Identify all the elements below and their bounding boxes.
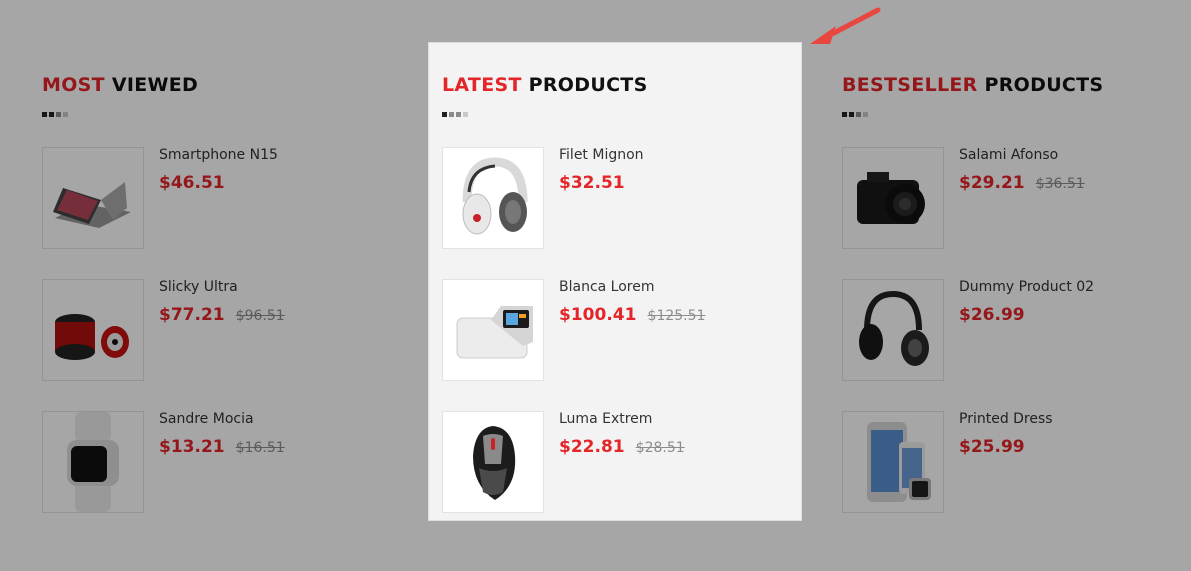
product-image[interactable] [42, 279, 144, 381]
product-prices: $77.21 $96.51 [159, 305, 285, 325]
product-prices: $22.81 $28.51 [559, 437, 685, 457]
product-image[interactable] [842, 279, 944, 381]
product-image[interactable] [842, 147, 944, 249]
product-old-price: $28.51 [635, 440, 685, 456]
product-prices: $25.99 [959, 437, 1025, 457]
product-prices: $32.51 [559, 173, 625, 193]
product-name[interactable]: Printed Dress [959, 411, 1053, 427]
product-old-price: $16.51 [235, 440, 285, 456]
carousel-dot[interactable] [842, 112, 847, 117]
product-name[interactable]: Sandre Mocia [159, 411, 254, 427]
section-title: MOST VIEWED [42, 74, 199, 96]
carousel-dot[interactable] [863, 112, 868, 117]
product-price: $13.21 [159, 437, 225, 457]
product-price: $25.99 [959, 437, 1025, 457]
product-price: $32.51 [559, 173, 625, 193]
product-name[interactable]: Blanca Lorem [559, 279, 655, 295]
product-item[interactable]: Slicky Ultra $77.21 $96.51 [42, 279, 402, 381]
product-prices: $13.21 $16.51 [159, 437, 285, 457]
product-item[interactable]: Dummy Product 02 $26.99 [842, 279, 1191, 381]
latest-products-section: LATEST PRODUCTS Filet Mignon $32.51 Blan… [442, 0, 822, 571]
carousel-dot[interactable] [442, 112, 447, 117]
section-title: BESTSELLER PRODUCTS [842, 74, 1104, 96]
product-image[interactable] [442, 147, 544, 249]
carousel-dots[interactable] [442, 112, 468, 117]
product-image[interactable] [42, 411, 144, 513]
carousel-dot[interactable] [456, 112, 461, 117]
carousel-dot[interactable] [63, 112, 68, 117]
product-price: $22.81 [559, 437, 625, 457]
carousel-dot[interactable] [849, 112, 854, 117]
product-item[interactable]: Filet Mignon $32.51 [442, 147, 802, 249]
product-price: $100.41 [559, 305, 637, 325]
product-prices: $26.99 [959, 305, 1025, 325]
most-viewed-section: MOST VIEWED Smartphone N15 $46.51 Slicky… [42, 0, 422, 571]
product-prices: $29.21 $36.51 [959, 173, 1085, 193]
carousel-dot[interactable] [856, 112, 861, 117]
product-name[interactable]: Salami Afonso [959, 147, 1058, 163]
product-price: $26.99 [959, 305, 1025, 325]
product-image[interactable] [442, 411, 544, 513]
arrow-icon [810, 7, 881, 44]
product-image[interactable] [842, 411, 944, 513]
product-item[interactable]: Blanca Lorem $100.41 $125.51 [442, 279, 802, 381]
carousel-dot[interactable] [49, 112, 54, 117]
carousel-dot[interactable] [463, 112, 468, 117]
product-old-price: $125.51 [647, 308, 706, 324]
carousel-dots[interactable] [842, 112, 868, 117]
product-item[interactable]: Luma Extrem $22.81 $28.51 [442, 411, 802, 513]
product-prices: $100.41 $125.51 [559, 305, 705, 325]
product-name[interactable]: Dummy Product 02 [959, 279, 1094, 295]
carousel-dot[interactable] [56, 112, 61, 117]
product-item[interactable]: Salami Afonso $29.21 $36.51 [842, 147, 1191, 249]
section-title: LATEST PRODUCTS [442, 74, 648, 96]
product-name[interactable]: Smartphone N15 [159, 147, 278, 163]
bestseller-section: BESTSELLER PRODUCTS Salami Afonso $29.21… [842, 0, 1191, 571]
product-price: $46.51 [159, 173, 225, 193]
product-name[interactable]: Luma Extrem [559, 411, 652, 427]
product-item[interactable]: Sandre Mocia $13.21 $16.51 [42, 411, 402, 513]
product-item[interactable]: Printed Dress $25.99 [842, 411, 1191, 513]
product-old-price: $36.51 [1035, 176, 1085, 192]
product-image[interactable] [42, 147, 144, 249]
product-image[interactable] [442, 279, 544, 381]
product-name[interactable]: Slicky Ultra [159, 279, 238, 295]
product-price: $29.21 [959, 173, 1025, 193]
product-name[interactable]: Filet Mignon [559, 147, 644, 163]
product-old-price: $96.51 [235, 308, 285, 324]
carousel-dot[interactable] [449, 112, 454, 117]
carousel-dot[interactable] [42, 112, 47, 117]
product-item[interactable]: Smartphone N15 $46.51 [42, 147, 402, 249]
product-price: $77.21 [159, 305, 225, 325]
product-prices: $46.51 [159, 173, 225, 193]
carousel-dots[interactable] [42, 112, 68, 117]
